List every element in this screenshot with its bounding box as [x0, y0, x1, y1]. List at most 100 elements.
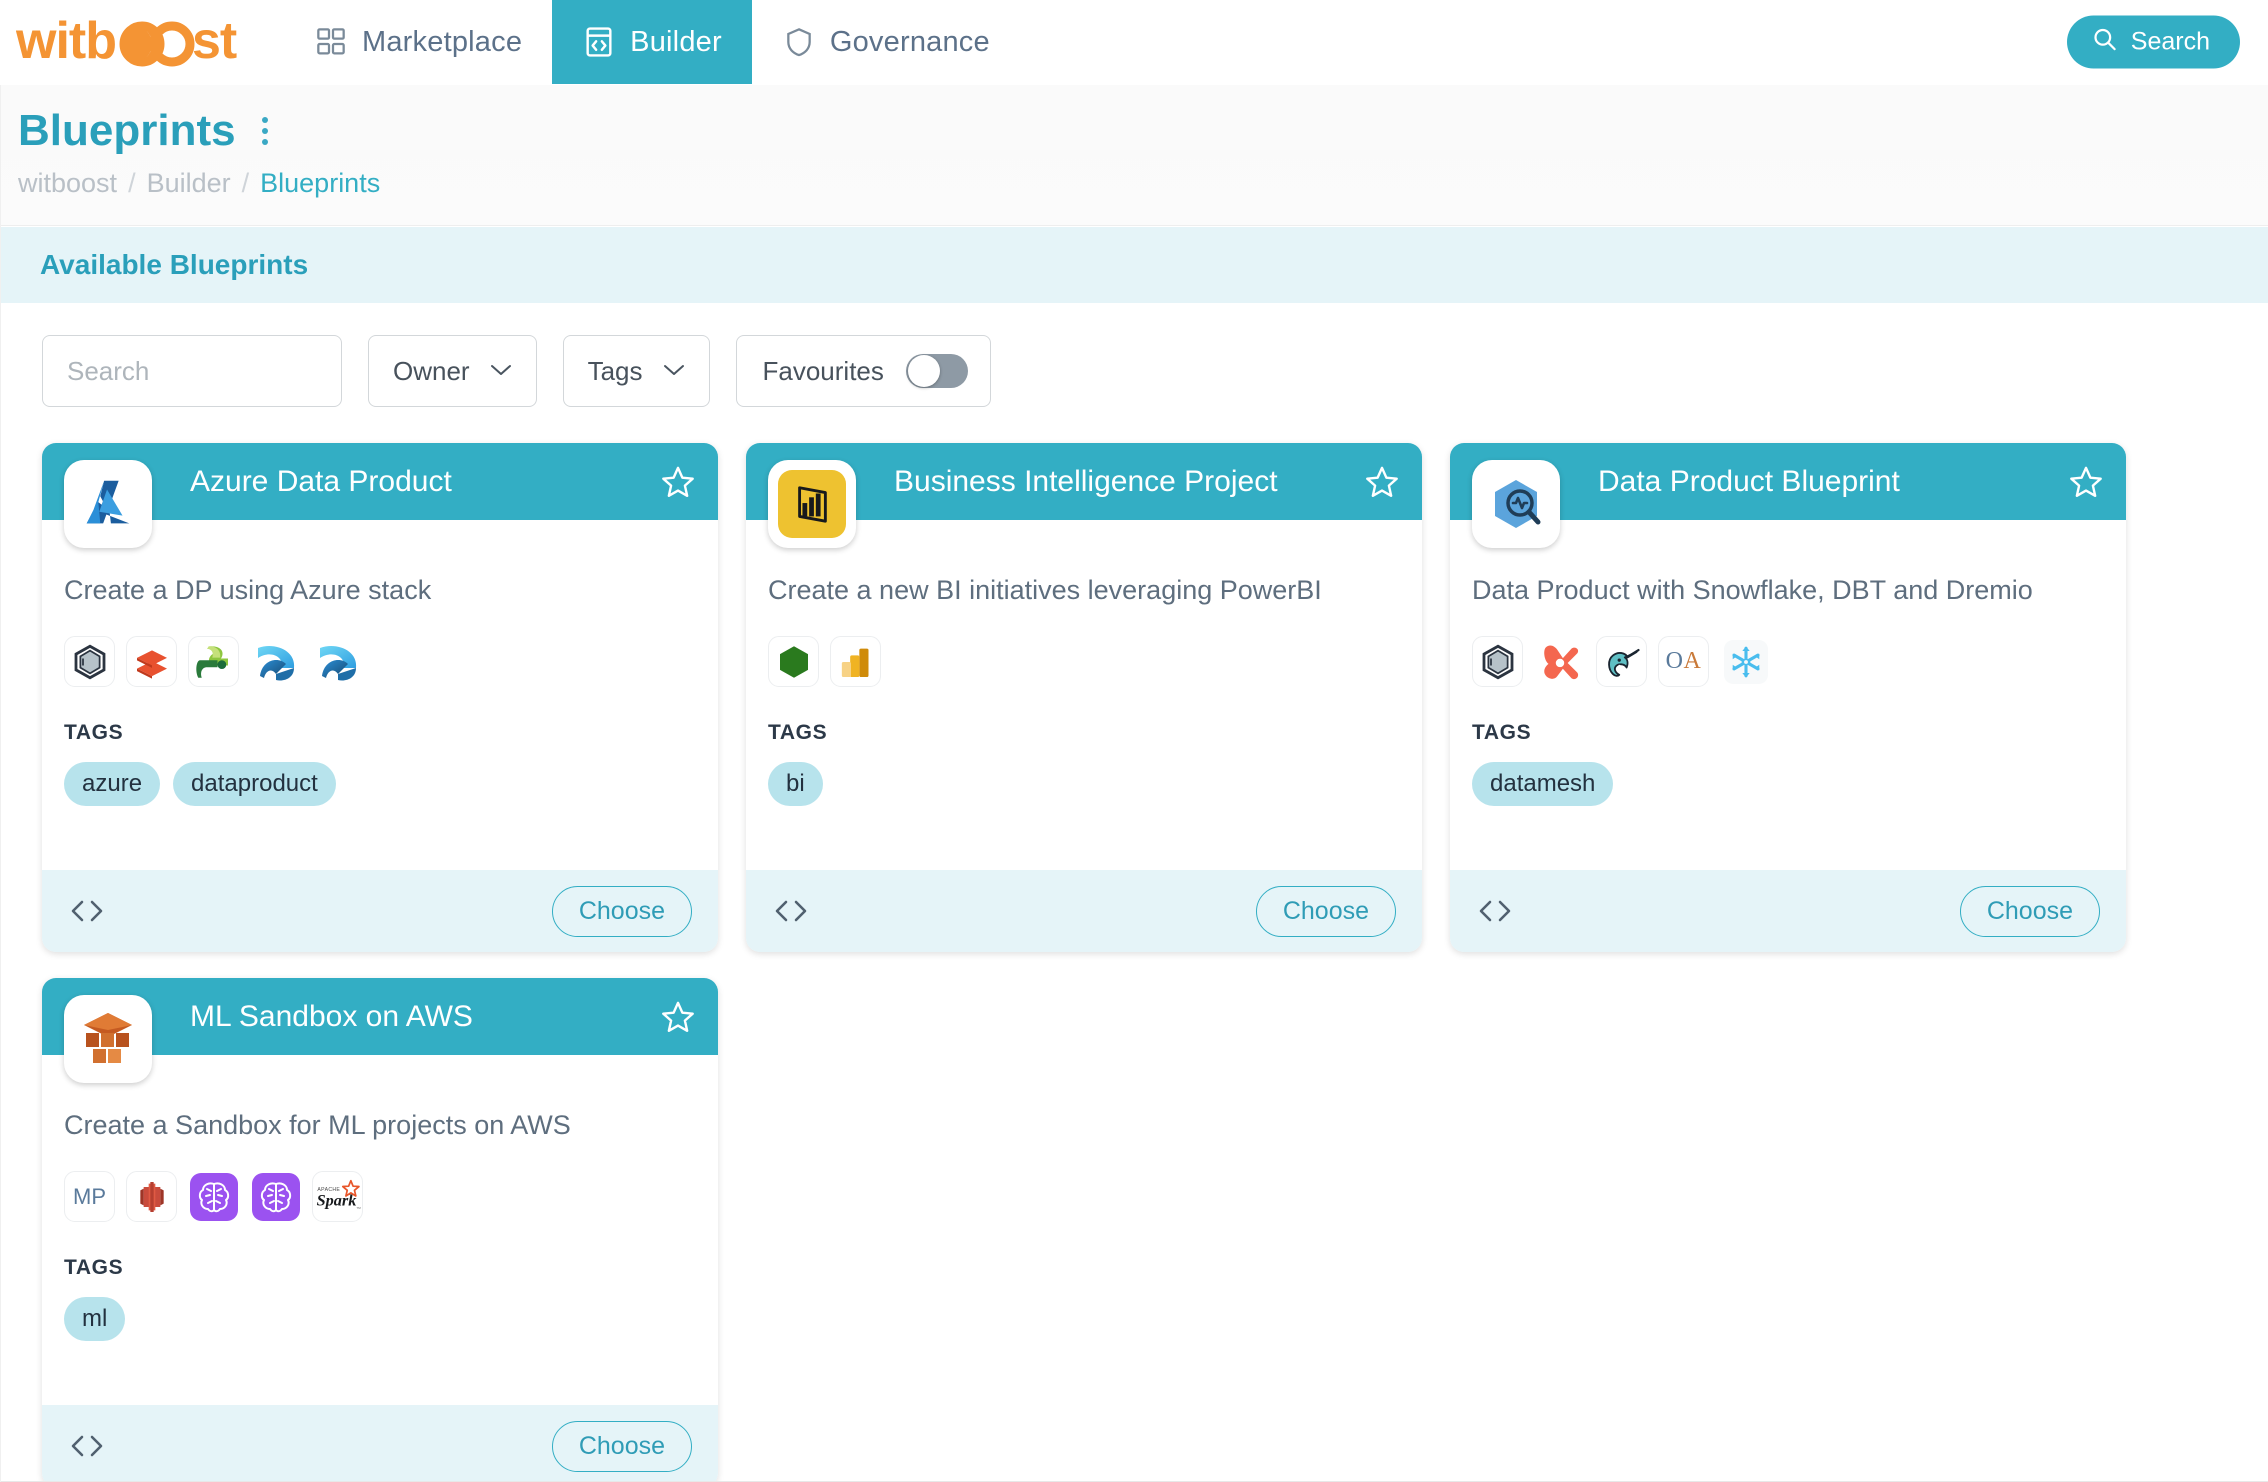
card-header: Azure Data Product [42, 443, 718, 549]
breadcrumb-item-blueprints[interactable]: Blueprints [260, 168, 380, 199]
code-brackets-icon[interactable] [66, 1432, 108, 1460]
azure-synapse-icon [250, 636, 301, 688]
breadcrumb: witboost / Builder / Blueprints [18, 168, 2268, 199]
blueprint-card[interactable]: Data Product Blueprint Data Product with… [1450, 443, 2126, 953]
aws-redshift-icon [126, 1171, 177, 1223]
search-input[interactable] [65, 354, 404, 388]
card-tags: bi [768, 762, 1394, 806]
dremio-narwhal-icon [1596, 636, 1647, 688]
code-brackets-icon[interactable] [66, 897, 108, 925]
card-footer: Choose [42, 870, 718, 953]
choose-button[interactable]: Choose [1255, 885, 1396, 937]
azure-logo [64, 460, 152, 549]
owner-filter-dropdown[interactable]: Owner [368, 335, 537, 408]
star-outline-icon[interactable] [2068, 464, 2104, 500]
data-product-hexagon-logo [1472, 460, 1560, 549]
page-title-row: Blueprints [18, 106, 2268, 155]
card-footer: Choose [1450, 870, 2126, 953]
card-tech-icons: MP APACHE Spark ™ [64, 1171, 690, 1223]
choose-button[interactable]: Choose [1959, 885, 2100, 937]
global-search-button[interactable]: Search [2066, 15, 2240, 69]
witboost-hexagon-icon [64, 636, 115, 688]
card-description: Create a Sandbox for ML projects on AWS [64, 1110, 571, 1141]
owner-filter-label: Owner [393, 355, 470, 386]
witboost-hexagon-icon [1472, 636, 1523, 688]
witboost-logo-icon: witb st [16, 16, 238, 68]
search-icon [2091, 25, 2118, 59]
card-body: Create a Sandbox for ML projects on AWS … [42, 1055, 718, 1405]
card-title: ML Sandbox on AWS [190, 999, 473, 1033]
search-input-wrapper[interactable] [42, 335, 428, 408]
card-footer: Choose [746, 870, 1422, 953]
card-body: Create a DP using Azure stack TAGS azure… [42, 520, 718, 870]
card-description: Data Product with Snowflake, DBT and Dre… [1472, 575, 2033, 606]
card-header: Business Intelligence Project [746, 443, 1422, 549]
code-window-icon [582, 25, 616, 59]
global-search-label: Search [2130, 27, 2210, 56]
card-description: Create a DP using Azure stack [64, 575, 432, 606]
favourites-filter-label: Favourites [762, 355, 884, 386]
tag-chip[interactable]: azure [64, 762, 161, 806]
blueprint-card[interactable]: Azure Data Product Create a DP using Azu… [42, 443, 718, 953]
card-tags: datamesh [1472, 762, 2098, 806]
favourites-filter[interactable]: Favourites [735, 335, 991, 408]
grid-icon [314, 25, 348, 59]
star-outline-icon[interactable] [660, 464, 696, 500]
tag-chip[interactable]: ml [64, 1297, 126, 1341]
tags-label: TAGS [1472, 721, 1532, 745]
blueprint-card-grid: Azure Data Product Create a DP using Azu… [0, 433, 2240, 1482]
section-title: Available Blueprints [40, 249, 309, 281]
card-footer: Choose [42, 1405, 718, 1482]
breadcrumb-separator: / [128, 168, 136, 199]
tags-label: TAGS [64, 1256, 124, 1280]
breadcrumb-item-witboost[interactable]: witboost [18, 168, 117, 199]
nav-item-label: Marketplace [362, 25, 523, 58]
card-body: Create a new BI initiatives leveraging P… [746, 520, 1422, 870]
powerbi-logo [768, 460, 856, 549]
page-header: Blueprints witboost / Builder / Blueprin… [0, 85, 2268, 227]
card-tags: ml [64, 1297, 690, 1341]
card-header: ML Sandbox on AWS [42, 978, 718, 1084]
tags-label: TAGS [768, 721, 828, 745]
card-title: Azure Data Product [190, 464, 452, 498]
nav-item-builder[interactable]: Builder [552, 0, 752, 84]
card-tech-icons [768, 636, 1394, 688]
azure-synapse-icon [312, 636, 363, 688]
primary-nav-items: Marketplace Builder Governance [284, 0, 1020, 84]
chevron-down-icon [663, 360, 685, 383]
brand-logo[interactable]: witb st [0, 0, 284, 84]
mp-text-icon: MP [64, 1171, 115, 1223]
page-title: Blueprints [18, 106, 236, 155]
blueprint-card[interactable]: Business Intelligence Project Create a n… [746, 443, 1422, 953]
shield-icon [782, 25, 816, 59]
blueprint-card[interactable]: ML Sandbox on AWS Create a Sandbox for M… [42, 978, 718, 1482]
code-brackets-icon[interactable] [1474, 897, 1516, 925]
code-brackets-icon[interactable] [770, 897, 812, 925]
sagemaker-brain-icon [250, 1171, 301, 1223]
apache-spark-icon: APACHE Spark ™ [312, 1171, 363, 1223]
nav-item-marketplace[interactable]: Marketplace [284, 0, 552, 84]
breadcrumb-item-builder[interactable]: Builder [147, 168, 231, 199]
star-outline-icon[interactable] [1364, 464, 1400, 500]
top-navigation-bar: witb st Marketplace Builder Governance S… [0, 0, 2268, 85]
snowflake-icon [1720, 636, 1771, 688]
nav-item-governance[interactable]: Governance [752, 0, 1020, 84]
sagemaker-brain-icon [188, 1171, 239, 1223]
card-body: Data Product with Snowflake, DBT and Dre… [1450, 520, 2126, 870]
choose-button[interactable]: Choose [551, 885, 692, 937]
card-title: Business Intelligence Project [894, 464, 1278, 498]
choose-button[interactable]: Choose [551, 1420, 692, 1472]
card-description: Create a new BI initiatives leveraging P… [768, 575, 1322, 606]
kebab-menu-icon[interactable] [252, 111, 278, 151]
svg-text:st: st [192, 16, 237, 68]
tag-chip[interactable]: datamesh [1472, 762, 1614, 806]
favourites-toggle-switch[interactable] [905, 354, 968, 389]
breadcrumb-separator: / [241, 168, 250, 199]
tag-chip[interactable]: bi [768, 762, 823, 806]
tag-chip[interactable]: dataproduct [173, 762, 336, 806]
card-tags: azure dataproduct [64, 762, 690, 806]
azure-data-factory-icon [188, 636, 239, 688]
databricks-icon [126, 636, 177, 688]
star-outline-icon[interactable] [660, 999, 696, 1035]
tags-filter-dropdown[interactable]: Tags [562, 335, 710, 408]
